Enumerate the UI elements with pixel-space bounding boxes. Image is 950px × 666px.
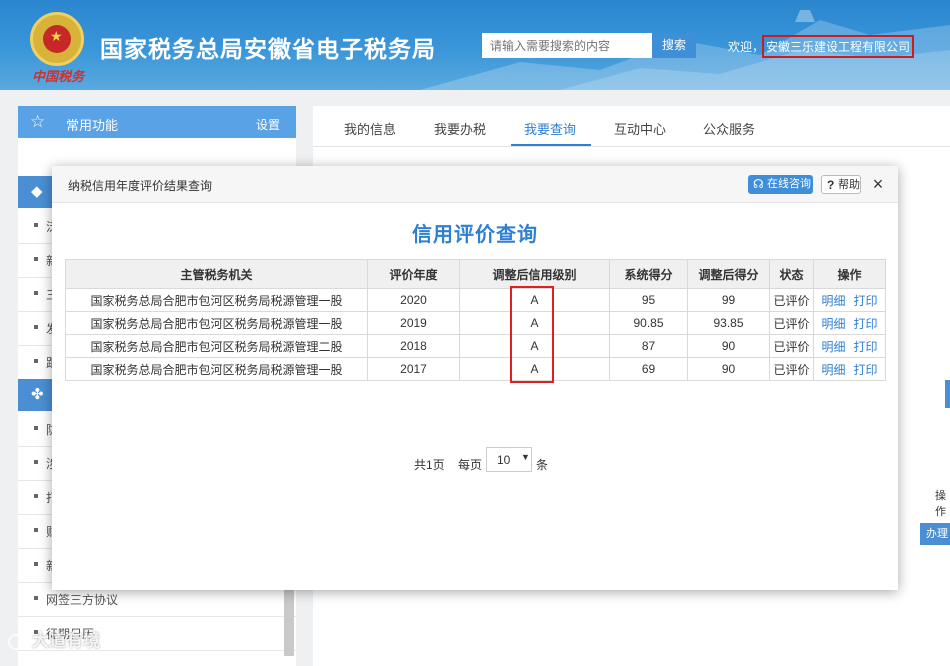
cell-status: 已评价 — [769, 334, 814, 358]
per-page-unit: 条 — [536, 458, 549, 472]
sidebar-title: 常用功能 — [66, 118, 119, 133]
cell-level: A — [459, 357, 610, 381]
table-row: 国家税务总局合肥市包河区税务局税源管理一股 2017 A 69 90 已评价 明… — [65, 357, 886, 381]
watermark: 大道有境 — [8, 626, 100, 651]
cell-score: 69 — [609, 357, 688, 381]
print-link[interactable]: 打印 — [854, 340, 878, 354]
cell-year: 2018 — [367, 334, 460, 358]
cell-status: 已评价 — [769, 288, 814, 312]
per-page-select[interactable]: 10 ▼ — [486, 447, 532, 472]
table-header-row: 主管税务机关 评价年度 调整后信用级别 系统得分 调整后得分 状态 操作 — [65, 259, 886, 289]
site-header: ★ 中国税务 国家税务总局安徽省电子税务局 搜索 欢迎， 安徽三乐建设工程有限公… — [0, 0, 950, 90]
print-link[interactable]: 打印 — [854, 317, 878, 331]
online-consult-button[interactable]: ☊ 在线咨询 — [748, 175, 813, 194]
col-header-status: 状态 — [769, 259, 814, 289]
table-row: 国家税务总局合肥市包河区税务局税源管理一股 2020 A 95 99 已评价 明… — [65, 288, 886, 312]
cell-year: 2019 — [367, 311, 460, 335]
cell-org: 国家税务总局合肥市包河区税务局税源管理一股 — [65, 311, 368, 335]
welcome-text: 欢迎， — [728, 40, 765, 54]
cell-score: 90.85 — [609, 311, 688, 335]
page-total: 共1页 — [414, 458, 445, 472]
question-icon: ? — [827, 178, 835, 192]
dialog-header: 纳税信用年度评价结果查询 ☊ 在线咨询 ? 帮助 × — [52, 166, 898, 203]
cell-score: 95 — [609, 288, 688, 312]
sidebar-setting-link[interactable]: 设置 — [256, 116, 280, 133]
company-name[interactable]: 安徽三乐建设工程有限公司 — [762, 35, 915, 58]
col-header-score: 系统得分 — [609, 259, 688, 289]
watermark-logo-icon — [8, 633, 28, 650]
cell-level: A — [459, 334, 610, 358]
tab-public-service[interactable]: 公众服务 — [703, 119, 755, 138]
search-button[interactable]: 搜索 — [652, 33, 696, 58]
tab-my-info[interactable]: 我的信息 — [344, 119, 396, 138]
detail-link[interactable]: 明细 — [821, 363, 845, 377]
cell-org: 国家税务总局合肥市包河区税务局税源管理二股 — [65, 334, 368, 358]
cell-year: 2020 — [367, 288, 460, 312]
tax-emblem-icon: ★ — [30, 12, 84, 66]
cell-adj-score: 93.85 — [687, 311, 770, 335]
cell-level: A — [459, 311, 610, 335]
cell-status: 已评价 — [769, 357, 814, 381]
right-handle-button[interactable]: 办理 — [920, 523, 950, 545]
right-edge-button[interactable] — [945, 380, 950, 408]
tab-interaction[interactable]: 互动中心 — [614, 119, 666, 138]
cell-score: 87 — [609, 334, 688, 358]
sidebar-header: ☆ 常用功能 设置 — [18, 106, 296, 138]
table-row: 国家税务总局合肥市包河区税务局税源管理一股 2019 A 90.85 93.85… — [65, 311, 886, 335]
brand-script-logo: 中国税务 — [32, 70, 85, 85]
headset-icon: ☊ — [753, 177, 764, 191]
credit-table: 主管税务机关 评价年度 调整后信用级别 系统得分 调整后得分 状态 操作 国家税… — [65, 259, 886, 381]
print-link[interactable]: 打印 — [854, 294, 878, 308]
star-icon: ☆ — [30, 112, 46, 131]
cell-status: 已评价 — [769, 311, 814, 335]
sidebar-scrollbar[interactable] — [284, 586, 294, 656]
print-link[interactable]: 打印 — [854, 363, 878, 377]
site-title: 国家税务总局安徽省电子税务局 — [100, 36, 436, 62]
cell-level: A — [459, 288, 610, 312]
detail-link[interactable]: 明细 — [821, 340, 845, 354]
caret-down-icon: ▼ — [521, 452, 530, 462]
tab-query[interactable]: 我要查询 — [524, 119, 576, 138]
per-page-value: 10 — [497, 453, 511, 467]
dialog-title: 纳税信用年度评价结果查询 — [68, 179, 213, 193]
credit-query-dialog: 纳税信用年度评价结果查询 ☊ 在线咨询 ? 帮助 × 信用评价查询 主管税务机关… — [52, 166, 898, 590]
tab-handle-tax[interactable]: 我要办税 — [434, 119, 486, 138]
cell-operations: 明细 打印 — [813, 311, 886, 335]
search-input[interactable] — [482, 33, 652, 58]
cell-operations: 明细 打印 — [813, 357, 886, 381]
cell-operations: 明细 打印 — [813, 334, 886, 358]
table-row: 国家税务总局合肥市包河区税务局税源管理二股 2018 A 87 90 已评价 明… — [65, 334, 886, 358]
detail-link[interactable]: 明细 — [821, 294, 845, 308]
cell-adj-score: 99 — [687, 288, 770, 312]
cell-adj-score: 90 — [687, 357, 770, 381]
dialog-heading: 信用评价查询 — [412, 224, 538, 246]
cell-year: 2017 — [367, 357, 460, 381]
cell-operations: 明细 打印 — [813, 288, 886, 312]
col-header-adj-score: 调整后得分 — [687, 259, 770, 289]
cell-adj-score: 90 — [687, 334, 770, 358]
close-icon[interactable]: × — [870, 174, 886, 194]
right-operation-label: 操作 — [935, 490, 946, 518]
detail-link[interactable]: 明细 — [821, 317, 845, 331]
help-button[interactable]: ? 帮助 — [821, 175, 861, 194]
col-header-org: 主管税务机关 — [65, 259, 368, 289]
col-header-year: 评价年度 — [367, 259, 460, 289]
col-header-level: 调整后信用级别 — [459, 259, 610, 289]
col-header-operation: 操作 — [813, 259, 886, 289]
cell-org: 国家税务总局合肥市包河区税务局税源管理一股 — [65, 357, 368, 381]
tabs-divider — [313, 146, 950, 147]
per-page-label: 每页 — [458, 458, 483, 472]
cell-org: 国家税务总局合肥市包河区税务局税源管理一股 — [65, 288, 368, 312]
